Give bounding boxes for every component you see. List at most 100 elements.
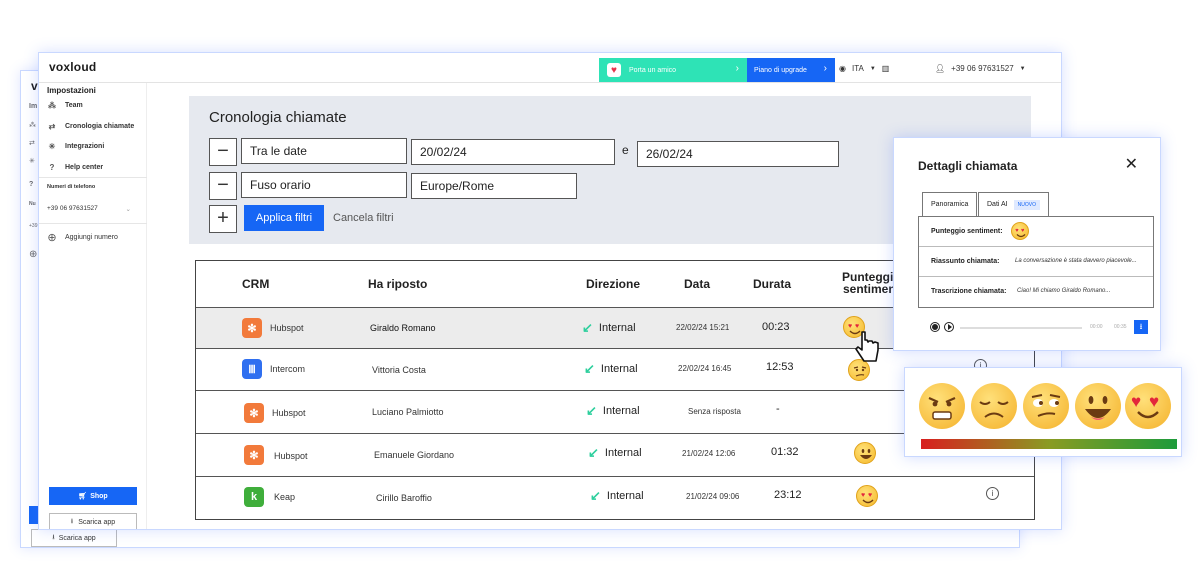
column-header-duration: Durata bbox=[753, 277, 792, 291]
back-app-label: Scarica app bbox=[58, 534, 96, 542]
call-duration: 23:12 bbox=[774, 489, 802, 501]
upgrade-plan-button[interactable]: Piano di upgrade › bbox=[747, 58, 835, 82]
direction-cell: ↙ Internal bbox=[582, 320, 636, 336]
chevron-down-icon: ▼ bbox=[869, 65, 876, 72]
svg-text:♥: ♥ bbox=[855, 323, 859, 330]
integrations-icon: ✳ bbox=[48, 142, 56, 151]
back-window-ghost-label: Nu bbox=[29, 201, 36, 207]
sidebar-phone-number[interactable]: +39 06 97631527 ⌄ bbox=[47, 205, 131, 213]
cart-icon: 🛒︎ bbox=[78, 493, 88, 500]
language-label: ITA bbox=[851, 64, 864, 73]
sidebar-divider bbox=[39, 223, 147, 224]
active-phone[interactable]: 👤︎ +39 06 97631527 ▼ bbox=[935, 64, 1026, 73]
plus-circle-icon: ⊕ bbox=[47, 232, 57, 244]
svg-text:♥: ♥ bbox=[1015, 228, 1019, 234]
love-emoji-icon: ♥ ♥ bbox=[856, 485, 878, 507]
table-row[interactable]: k Keap Cirillo Baroffio ↙ Internal 21/02… bbox=[196, 476, 1034, 518]
sidebar-phone-label: +39 06 97631527 bbox=[47, 205, 98, 212]
dialog-title: Dettagli chiamata bbox=[918, 159, 1018, 173]
audio-progress-track[interactable] bbox=[960, 327, 1082, 329]
close-icon[interactable]: ✕ bbox=[1125, 154, 1138, 174]
swap-arrows-icon: ⇄ bbox=[48, 122, 56, 131]
upgrade-plan-label: Piano di upgrade bbox=[754, 66, 807, 74]
answered-by: Giraldo Romano bbox=[370, 323, 436, 333]
sidebar-item-label: Cronologia chiamate bbox=[65, 123, 135, 130]
skeptical-emoji-icon bbox=[1023, 383, 1069, 429]
page-title: Cronologia chiamate bbox=[209, 109, 347, 126]
crm-name: Hubspot bbox=[274, 451, 308, 461]
plus-circle-icon: ⊕ bbox=[29, 249, 38, 260]
cancel-filters-link[interactable]: Cancela filtri bbox=[333, 212, 394, 224]
app-logo: voxloud bbox=[49, 60, 97, 74]
download-app-button[interactable]: ⭳ Scarica app bbox=[49, 513, 137, 529]
svg-text:♥: ♥ bbox=[868, 492, 872, 499]
incoming-call-icon: ↙ bbox=[582, 320, 593, 335]
transcript-row: Trascrizione chiamata: Ciao! Mi chiamo G… bbox=[919, 277, 1153, 307]
transcript-value: Ciao! Mi chiamo Giraldo Romano... bbox=[1017, 288, 1111, 294]
summary-key: Riassunto chiamata: bbox=[931, 258, 1000, 265]
keap-logo-icon: k bbox=[244, 487, 264, 507]
date-to-field[interactable]: 26/02/24 bbox=[637, 141, 839, 167]
sidebar-divider bbox=[39, 177, 147, 178]
sidebar-item-label: Team bbox=[65, 102, 83, 109]
download-icon: ⭳ bbox=[52, 533, 55, 541]
stop-icon[interactable] bbox=[930, 322, 940, 332]
apply-filters-button[interactable]: Applica filtri bbox=[244, 205, 324, 231]
tab-ai-data[interactable]: Dati AI NUOVO bbox=[978, 192, 1049, 216]
back-window-ghost-label: +39 bbox=[29, 223, 38, 229]
sentiment-scale-card: ♥ ♥ bbox=[904, 367, 1182, 457]
add-filter-button[interactable]: + bbox=[209, 205, 237, 233]
sidebar-item-call-history[interactable]: ⇄ Cronologia chiamate bbox=[47, 122, 135, 131]
remove-filter-button[interactable]: − bbox=[209, 172, 237, 200]
incoming-call-icon: ↙ bbox=[584, 361, 595, 376]
call-date: 22/02/24 16:45 bbox=[678, 364, 732, 373]
help-icon: ? bbox=[49, 163, 55, 172]
sidebar-item-help-center[interactable]: ? Help center bbox=[47, 163, 104, 172]
direction-label: Internal bbox=[604, 447, 642, 459]
language-selector[interactable]: ◉ ITA ▼ ▥ bbox=[839, 64, 889, 73]
date-from-field[interactable]: 20/02/24 bbox=[411, 139, 615, 165]
svg-text:♥: ♥ bbox=[1021, 228, 1025, 234]
call-date: 21/02/24 09:06 bbox=[686, 492, 740, 501]
chevron-down-icon: ▼ bbox=[1019, 65, 1026, 72]
chevron-right-icon: › bbox=[823, 63, 827, 74]
sidebar-item-team[interactable]: ⁂ Team bbox=[47, 101, 83, 110]
answered-by: Emanuele Giordano bbox=[374, 450, 455, 460]
hubspot-logo-icon: ✻ bbox=[242, 318, 262, 338]
shop-button[interactable]: 🛒︎ Shop bbox=[49, 487, 137, 505]
sidebar-item-label: Integrazioni bbox=[65, 143, 105, 150]
crm-name: Keap bbox=[274, 492, 296, 502]
hubspot-logo-icon: ✻ bbox=[244, 403, 264, 423]
stats-icon[interactable]: ▥ bbox=[882, 64, 890, 73]
add-number-button[interactable]: ⊕ Aggiungi numero bbox=[47, 231, 118, 244]
svg-text:♥: ♥ bbox=[1149, 392, 1159, 411]
filter-type-dates[interactable]: Tra le date bbox=[241, 138, 407, 164]
help-icon: ? bbox=[29, 181, 34, 188]
direction-cell: ↙ Internal bbox=[584, 361, 638, 377]
invite-friend-button[interactable]: ♥ Porta un amico › bbox=[599, 58, 747, 82]
sidebar-item-integrations[interactable]: ✳ Integrazioni bbox=[47, 142, 105, 151]
sentiment-row: Punteggio sentiment: ♥ ♥ bbox=[919, 217, 1153, 247]
integrations-icon: ✳ bbox=[29, 158, 35, 165]
direction-cell: ↙ Internal bbox=[590, 488, 644, 504]
svg-text:♥: ♥ bbox=[861, 492, 865, 499]
answered-by: Cirillo Baroffio bbox=[376, 493, 432, 503]
love-emoji-icon: ♥ ♥ bbox=[1125, 383, 1171, 429]
call-date: 21/02/24 12:06 bbox=[682, 449, 736, 458]
direction-cell: ↙ Internal bbox=[586, 403, 640, 419]
sidebar: Impostazioni ⁂ Team ⇄ Cronologia chiamat… bbox=[39, 83, 147, 529]
remove-filter-button[interactable]: − bbox=[209, 138, 237, 166]
filter-type-timezone[interactable]: Fuso orario bbox=[241, 172, 407, 198]
timezone-field[interactable]: Europe/Rome bbox=[411, 173, 577, 199]
tab-label: Panoramica bbox=[931, 201, 969, 208]
team-icon: ⁂ bbox=[48, 101, 56, 110]
download-icon[interactable]: ⭳ bbox=[1134, 320, 1148, 334]
answered-by: Vittoria Costa bbox=[372, 365, 426, 375]
play-icon[interactable] bbox=[944, 322, 954, 332]
active-phone-label: +39 06 97631527 bbox=[951, 64, 1014, 73]
chevron-right-icon: › bbox=[735, 63, 739, 74]
heart-icon: ♥ bbox=[607, 63, 621, 77]
summary-value: La conversazione è stata davvero piacevo… bbox=[1015, 258, 1137, 264]
info-icon[interactable]: i bbox=[986, 487, 999, 500]
tab-overview[interactable]: Panoramica bbox=[922, 192, 978, 216]
